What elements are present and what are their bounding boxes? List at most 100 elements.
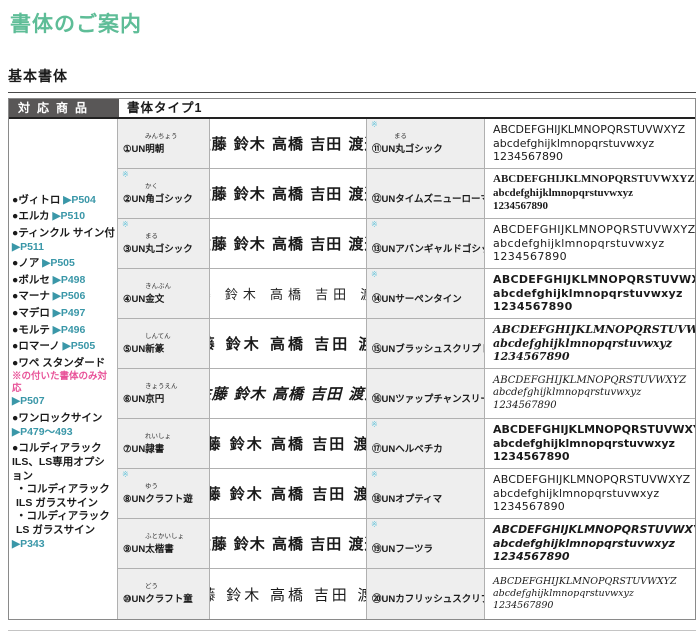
asterisk-marker: ※ xyxy=(122,471,129,479)
font-name-label: ③UN丸ゴシック xyxy=(123,241,209,255)
sidebar-item: ●エルカ ▶P510 xyxy=(12,210,115,224)
sample-line-digits: 1234567890 xyxy=(493,250,695,264)
page-link[interactable]: ▶P505 xyxy=(63,340,96,352)
table-row: きょうえん ⑥UN京円 佐藤 鈴木 高橋 吉田 渡辺 ⑯UNツァップチャンスリー… xyxy=(118,369,695,419)
font-name-label: ⑪UN丸ゴシック xyxy=(372,141,484,155)
product-sub-item: ・コルディアラック ILS ガラスサイン xyxy=(12,483,115,510)
product-name: ●エルカ xyxy=(12,210,50,222)
furigana: ゆう xyxy=(123,483,209,491)
font-name-cell: ※ ⑬UNアバンギャルドゴシック xyxy=(367,219,485,268)
furigana: しんてん xyxy=(123,333,209,341)
asterisk-marker: ※ xyxy=(371,221,378,229)
sample-line-lower: abcdefghijklmnopqrstuvwxyz xyxy=(493,437,695,451)
sample-line-upper: ABCDEFGHIJKLMNOPQRSTUVWXYZ xyxy=(493,423,695,437)
ja-sample-cell: 佐藤 鈴木 高橋 吉田 渡辺 xyxy=(210,119,367,168)
font-name-cell: みんちょう ①UN明朝 xyxy=(118,119,210,168)
font-name-cell: ※ まる ⑪UN丸ゴシック xyxy=(367,119,485,168)
font-name-label: ⑳UNカフリッシュスクリプト xyxy=(372,591,484,605)
font-name-label: ⑩UNクラフト童 xyxy=(123,591,209,605)
table-row: ※ かく ②UN角ゴシック 佐藤 鈴木 高橋 吉田 渡辺 ⑫UNタイムズニューロ… xyxy=(118,169,695,219)
font-name-label: ⑬UNアバンギャルドゴシック xyxy=(372,241,484,255)
latin-sample-cell: ABCDEFGHIJKLMNOPQRSTUVWXYZ abcdefghijklm… xyxy=(485,119,695,168)
font-catalog-page: 書体のご案内 基本書体 対応商品 書体タイプ1 ●ヴィトロ ▶P504 ●エルカ… xyxy=(0,0,700,642)
page-link[interactable]: ▶P511 xyxy=(12,241,44,253)
page-link[interactable]: ▶P343 xyxy=(12,538,45,550)
sample-line-lower: abcdefghijklmnopqrstuvwxyz xyxy=(493,487,695,501)
furigana: どう xyxy=(123,583,209,591)
font-name-label: ⑫UNタイムズニューローマン xyxy=(372,191,484,205)
furigana: ふとかいしょ xyxy=(123,533,209,541)
font-name-cell: しんてん ⑤UN新篆 xyxy=(118,319,210,368)
font-name-cell: ⑯UNツァップチャンスリー xyxy=(367,369,485,418)
page-link[interactable]: ▶P479～493 xyxy=(12,426,73,438)
table-row: ふとかいしょ ⑨UN太楷書 佐藤 鈴木 高橋 吉田 渡辺 ※ ⑲UNフーツラ A… xyxy=(118,519,695,569)
sample-line-lower: abcdefghijklmnopqrstuvwxyz xyxy=(493,537,695,551)
section-title: 基本書体 xyxy=(8,66,696,93)
asterisk-marker: ※ xyxy=(122,171,129,179)
product-name: ●ロマーノ xyxy=(12,340,60,352)
product-name: ●コルディアラック ILS、LS専用オプション xyxy=(12,442,105,481)
latin-sample-cell: ABCDEFGHIJKLMNOPQRSTUVWXYZ abcdefghijklm… xyxy=(485,519,695,568)
product-name: ●ボルセ xyxy=(12,274,50,286)
sample-line-upper: ABCDEFGHIJKLMNOPQRSTUVWXYZ xyxy=(493,576,695,588)
page-link[interactable]: ▶P504 xyxy=(63,194,96,206)
font-type-header: 書体タイプ1 xyxy=(119,99,695,117)
latin-sample-cell: ABCDEFGHIJKLMNOPQRSTUVWXYZ abcdefghijklm… xyxy=(485,419,695,468)
page-link[interactable]: ▶P506 xyxy=(53,290,86,302)
font-name-label: ②UN角ゴシック xyxy=(123,191,209,205)
sidebar-item: ●ボルセ ▶P498 xyxy=(12,274,115,288)
product-name: ●ノア xyxy=(12,257,39,269)
font-name-label: ⑥UN京円 xyxy=(123,391,209,405)
sample-line-digits: 1234567890 xyxy=(493,550,695,564)
sample-line-upper: ABCDEFGHIJKLMNOPQRSTUVWXYZ xyxy=(493,523,695,537)
latin-sample-cell: ABCDEFGHIJKLMNOPQRSTUVWXYZ abcdefghijklm… xyxy=(485,169,695,218)
font-name-cell: れいしょ ⑦UN隷書 xyxy=(118,419,210,468)
table-row: ※ ゆう ⑧UNクラフト遊 佐藤 鈴木 高橋 吉田 渡辺 ※ ⑱UNオプティマ … xyxy=(118,469,695,519)
ja-sample-cell: 佐藤 鈴木 高橋 吉田 渡辺 xyxy=(210,519,367,568)
furigana: れいしょ xyxy=(123,433,209,441)
asterisk-marker: ※ xyxy=(371,521,378,529)
sample-line-digits: 1234567890 xyxy=(493,200,695,214)
sample-line-digits: 1234567890 xyxy=(493,400,695,413)
page-link[interactable]: ▶P498 xyxy=(53,274,86,286)
font-name-cell: ⑳UNカフリッシュスクリプト xyxy=(367,569,485,619)
ja-sample-cell: 佐藤 鈴木 高橋 吉田 渡辺 xyxy=(210,269,367,318)
product-name: ●ワペ スタンダード xyxy=(12,357,105,369)
font-name-cell: ※ かく ②UN角ゴシック xyxy=(118,169,210,218)
page-link[interactable]: ▶P496 xyxy=(53,324,86,336)
page-link[interactable]: ▶P507 xyxy=(12,395,45,407)
product-name: ●マデロ xyxy=(12,307,50,319)
font-name-label: ⑱UNオプティマ xyxy=(372,491,484,505)
font-name-label: ⑮UNブラッシュスクリプト xyxy=(372,341,484,355)
page-link[interactable]: ▶P497 xyxy=(53,307,86,319)
table-row: みんちょう ①UN明朝 佐藤 鈴木 高橋 吉田 渡辺 ※ まる ⑪UN丸ゴシック… xyxy=(118,119,695,169)
ja-sample-cell: 佐藤 鈴木 高橋 吉田 渡辺 xyxy=(210,219,367,268)
sample-line-lower: abcdefghijklmnopqrstuvwxyz xyxy=(493,187,695,201)
furigana xyxy=(372,183,484,191)
sample-line-upper: ABCDEFGHIJKLMNOPQRSTUVWXYZ xyxy=(493,173,695,187)
sidebar-item: ●ティンクル サイン付 ▶P511 xyxy=(12,227,115,254)
product-name: ●ヴィトロ xyxy=(12,194,60,206)
sample-line-upper: ABCDEFGHIJKLMNOPQRSTUVWXYZ xyxy=(493,123,695,137)
products-header: 対応商品 xyxy=(9,99,119,117)
product-name: ●モルテ xyxy=(12,324,50,336)
furigana xyxy=(372,383,484,391)
sample-line-upper: ABCDEFGHIJKLMNOPQRSTUVWXYZ xyxy=(493,323,695,337)
font-name-cell: きょうえん ⑥UN京円 xyxy=(118,369,210,418)
table-row: どう ⑩UNクラフト童 佐藤 鈴木 高橋 吉田 渡辺 ⑳UNカフリッシュスクリプ… xyxy=(118,569,695,619)
font-name-cell: ※ まる ③UN丸ゴシック xyxy=(118,219,210,268)
furigana xyxy=(372,483,484,491)
latin-sample-cell: ABCDEFGHIJKLMNOPQRSTUVWXYZ abcdefghijklm… xyxy=(485,269,695,318)
sample-line-digits: 1234567890 xyxy=(493,150,695,164)
ja-sample-cell: 佐藤 鈴木 高橋 吉田 渡辺 xyxy=(210,419,367,468)
sidebar-item: ●ヴィトロ ▶P504 xyxy=(12,194,115,208)
page-link[interactable]: ▶P510 xyxy=(52,210,85,222)
page-link[interactable]: ▶P505 xyxy=(42,257,75,269)
furigana: まる xyxy=(372,133,484,141)
font-name-label: ④UN金文 xyxy=(123,291,209,305)
sidebar-item: ●マデロ ▶P497 xyxy=(12,307,115,321)
sample-line-upper: ABCDEFGHIJKLMNOPQRSTUVWXYZ xyxy=(493,273,695,287)
furigana xyxy=(372,333,484,341)
font-name-label: ⑰UNヘルベチカ xyxy=(372,441,484,455)
furigana xyxy=(372,583,484,591)
